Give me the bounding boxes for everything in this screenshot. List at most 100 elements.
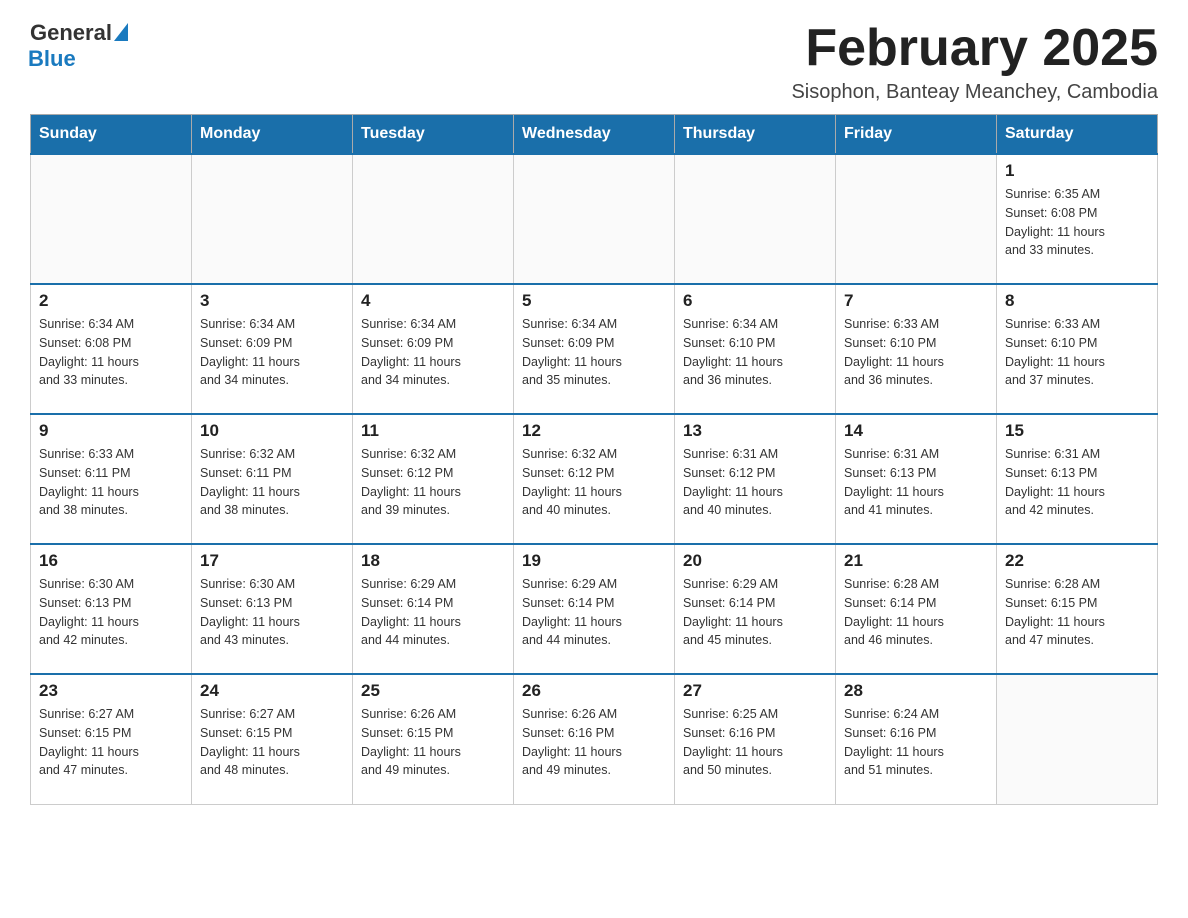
day-number: 12 <box>522 421 666 441</box>
logo-general-text: General <box>30 20 112 46</box>
day-number: 3 <box>200 291 344 311</box>
day-number: 9 <box>39 421 183 441</box>
day-number: 10 <box>200 421 344 441</box>
week-row-1: 1 Sunrise: 6:35 AM Sunset: 6:08 PM Daylig… <box>31 154 1158 284</box>
day-info: Sunrise: 6:34 AM Sunset: 6:09 PM Dayligh… <box>200 315 344 390</box>
calendar-cell-w5-d2: 25 Sunrise: 6:26 AM Sunset: 6:15 PM Dayli… <box>353 674 514 804</box>
calendar-cell-w3-d6: 15 Sunrise: 6:31 AM Sunset: 6:13 PM Dayli… <box>997 414 1158 544</box>
day-info: Sunrise: 6:25 AM Sunset: 6:16 PM Dayligh… <box>683 705 827 780</box>
calendar-cell-w4-d6: 22Sunrise: 6:28 AM Sunset: 6:15 PM Dayli… <box>997 544 1158 674</box>
calendar-cell-w3-d0: 9 Sunrise: 6:33 AM Sunset: 6:11 PM Daylig… <box>31 414 192 544</box>
calendar-cell-w2-d6: 8 Sunrise: 6:33 AM Sunset: 6:10 PM Daylig… <box>997 284 1158 414</box>
day-number: 5 <box>522 291 666 311</box>
calendar-cell-w2-d1: 3 Sunrise: 6:34 AM Sunset: 6:09 PM Daylig… <box>192 284 353 414</box>
day-info: Sunrise: 6:30 AM Sunset: 6:13 PM Dayligh… <box>200 575 344 650</box>
calendar-cell-w4-d0: 16 Sunrise: 6:30 AM Sunset: 6:13 PM Dayli… <box>31 544 192 674</box>
day-number: 13 <box>683 421 827 441</box>
calendar-cell-w5-d5: 28 Sunrise: 6:24 AM Sunset: 6:16 PM Dayli… <box>836 674 997 804</box>
calendar-header-row: Sunday Monday Tuesday Wednesday Thursday… <box>31 115 1158 155</box>
day-number: 14 <box>844 421 988 441</box>
day-number: 8 <box>1005 291 1149 311</box>
week-row-3: 9 Sunrise: 6:33 AM Sunset: 6:11 PM Daylig… <box>31 414 1158 544</box>
day-info: Sunrise: 6:34 AM Sunset: 6:08 PM Dayligh… <box>39 315 183 390</box>
day-number: 17 <box>200 551 344 571</box>
calendar-cell-w2-d4: 6Sunrise: 6:34 AM Sunset: 6:10 PM Daylig… <box>675 284 836 414</box>
day-info: Sunrise: 6:26 AM Sunset: 6:16 PM Dayligh… <box>522 705 666 780</box>
calendar-cell-w4-d4: 20 Sunrise: 6:29 AM Sunset: 6:14 PM Dayli… <box>675 544 836 674</box>
calendar-cell-w1-d0 <box>31 154 192 284</box>
calendar-cell-w5-d6 <box>997 674 1158 804</box>
day-number: 24 <box>200 681 344 701</box>
calendar-cell-w2-d3: 5 Sunrise: 6:34 AM Sunset: 6:09 PM Daylig… <box>514 284 675 414</box>
calendar-cell-w2-d5: 7 Sunrise: 6:33 AM Sunset: 6:10 PM Daylig… <box>836 284 997 414</box>
calendar-cell-w3-d4: 13Sunrise: 6:31 AM Sunset: 6:12 PM Dayli… <box>675 414 836 544</box>
calendar-cell-w4-d2: 18 Sunrise: 6:29 AM Sunset: 6:14 PM Dayli… <box>353 544 514 674</box>
day-info: Sunrise: 6:26 AM Sunset: 6:15 PM Dayligh… <box>361 705 505 780</box>
day-info: Sunrise: 6:28 AM Sunset: 6:15 PM Dayligh… <box>1005 575 1149 650</box>
calendar-cell-w2-d0: 2 Sunrise: 6:34 AM Sunset: 6:08 PM Daylig… <box>31 284 192 414</box>
day-info: Sunrise: 6:27 AM Sunset: 6:15 PM Dayligh… <box>200 705 344 780</box>
day-info: Sunrise: 6:30 AM Sunset: 6:13 PM Dayligh… <box>39 575 183 650</box>
calendar-cell-w1-d2 <box>353 154 514 284</box>
calendar-cell-w1-d1 <box>192 154 353 284</box>
calendar-cell-w5-d4: 27Sunrise: 6:25 AM Sunset: 6:16 PM Dayli… <box>675 674 836 804</box>
day-info: Sunrise: 6:33 AM Sunset: 6:10 PM Dayligh… <box>1005 315 1149 390</box>
calendar-cell-w1-d6: 1 Sunrise: 6:35 AM Sunset: 6:08 PM Daylig… <box>997 154 1158 284</box>
calendar-cell-w3-d5: 14 Sunrise: 6:31 AM Sunset: 6:13 PM Dayli… <box>836 414 997 544</box>
day-number: 6 <box>683 291 827 311</box>
calendar-cell-w3-d2: 11 Sunrise: 6:32 AM Sunset: 6:12 PM Dayli… <box>353 414 514 544</box>
day-info: Sunrise: 6:29 AM Sunset: 6:14 PM Dayligh… <box>522 575 666 650</box>
day-number: 26 <box>522 681 666 701</box>
day-number: 4 <box>361 291 505 311</box>
day-number: 21 <box>844 551 988 571</box>
day-number: 16 <box>39 551 183 571</box>
day-number: 19 <box>522 551 666 571</box>
calendar-cell-w4-d5: 21 Sunrise: 6:28 AM Sunset: 6:14 PM Dayli… <box>836 544 997 674</box>
calendar-cell-w5-d3: 26 Sunrise: 6:26 AM Sunset: 6:16 PM Dayli… <box>514 674 675 804</box>
day-number: 11 <box>361 421 505 441</box>
day-number: 23 <box>39 681 183 701</box>
logo-triangle-icon <box>114 23 128 41</box>
calendar-cell-w2-d2: 4 Sunrise: 6:34 AM Sunset: 6:09 PM Daylig… <box>353 284 514 414</box>
day-number: 2 <box>39 291 183 311</box>
day-number: 1 <box>1005 161 1149 181</box>
calendar-cell-w4-d3: 19 Sunrise: 6:29 AM Sunset: 6:14 PM Dayli… <box>514 544 675 674</box>
day-info: Sunrise: 6:34 AM Sunset: 6:09 PM Dayligh… <box>522 315 666 390</box>
day-info: Sunrise: 6:33 AM Sunset: 6:10 PM Dayligh… <box>844 315 988 390</box>
day-number: 7 <box>844 291 988 311</box>
calendar-cell-w3-d3: 12 Sunrise: 6:32 AM Sunset: 6:12 PM Dayli… <box>514 414 675 544</box>
day-info: Sunrise: 6:32 AM Sunset: 6:11 PM Dayligh… <box>200 445 344 520</box>
day-info: Sunrise: 6:24 AM Sunset: 6:16 PM Dayligh… <box>844 705 988 780</box>
day-info: Sunrise: 6:29 AM Sunset: 6:14 PM Dayligh… <box>361 575 505 650</box>
day-info: Sunrise: 6:35 AM Sunset: 6:08 PM Dayligh… <box>1005 185 1149 260</box>
day-info: Sunrise: 6:29 AM Sunset: 6:14 PM Dayligh… <box>683 575 827 650</box>
logo: General Blue <box>30 20 128 72</box>
col-tuesday: Tuesday <box>353 115 514 155</box>
day-info: Sunrise: 6:32 AM Sunset: 6:12 PM Dayligh… <box>522 445 666 520</box>
day-info: Sunrise: 6:32 AM Sunset: 6:12 PM Dayligh… <box>361 445 505 520</box>
week-row-4: 16 Sunrise: 6:30 AM Sunset: 6:13 PM Dayli… <box>31 544 1158 674</box>
calendar-cell-w1-d5 <box>836 154 997 284</box>
col-monday: Monday <box>192 115 353 155</box>
calendar-cell-w5-d0: 23 Sunrise: 6:27 AM Sunset: 6:15 PM Dayli… <box>31 674 192 804</box>
day-info: Sunrise: 6:33 AM Sunset: 6:11 PM Dayligh… <box>39 445 183 520</box>
day-info: Sunrise: 6:27 AM Sunset: 6:15 PM Dayligh… <box>39 705 183 780</box>
calendar-cell-w5-d1: 24 Sunrise: 6:27 AM Sunset: 6:15 PM Dayli… <box>192 674 353 804</box>
week-row-5: 23 Sunrise: 6:27 AM Sunset: 6:15 PM Dayli… <box>31 674 1158 804</box>
day-info: Sunrise: 6:28 AM Sunset: 6:14 PM Dayligh… <box>844 575 988 650</box>
col-friday: Friday <box>836 115 997 155</box>
day-number: 25 <box>361 681 505 701</box>
day-number: 15 <box>1005 421 1149 441</box>
calendar-cell-w4-d1: 17 Sunrise: 6:30 AM Sunset: 6:13 PM Dayli… <box>192 544 353 674</box>
week-row-2: 2 Sunrise: 6:34 AM Sunset: 6:08 PM Daylig… <box>31 284 1158 414</box>
location-subtitle: Sisophon, Banteay Meanchey, Cambodia <box>791 81 1158 104</box>
day-info: Sunrise: 6:31 AM Sunset: 6:13 PM Dayligh… <box>844 445 988 520</box>
day-number: 28 <box>844 681 988 701</box>
day-number: 20 <box>683 551 827 571</box>
day-info: Sunrise: 6:31 AM Sunset: 6:13 PM Dayligh… <box>1005 445 1149 520</box>
logo-blue-text: Blue <box>28 46 76 72</box>
day-info: Sunrise: 6:34 AM Sunset: 6:09 PM Dayligh… <box>361 315 505 390</box>
day-number: 18 <box>361 551 505 571</box>
calendar-cell-w3-d1: 10 Sunrise: 6:32 AM Sunset: 6:11 PM Dayli… <box>192 414 353 544</box>
title-block: February 2025 Sisophon, Banteay Meanchey… <box>791 20 1158 104</box>
